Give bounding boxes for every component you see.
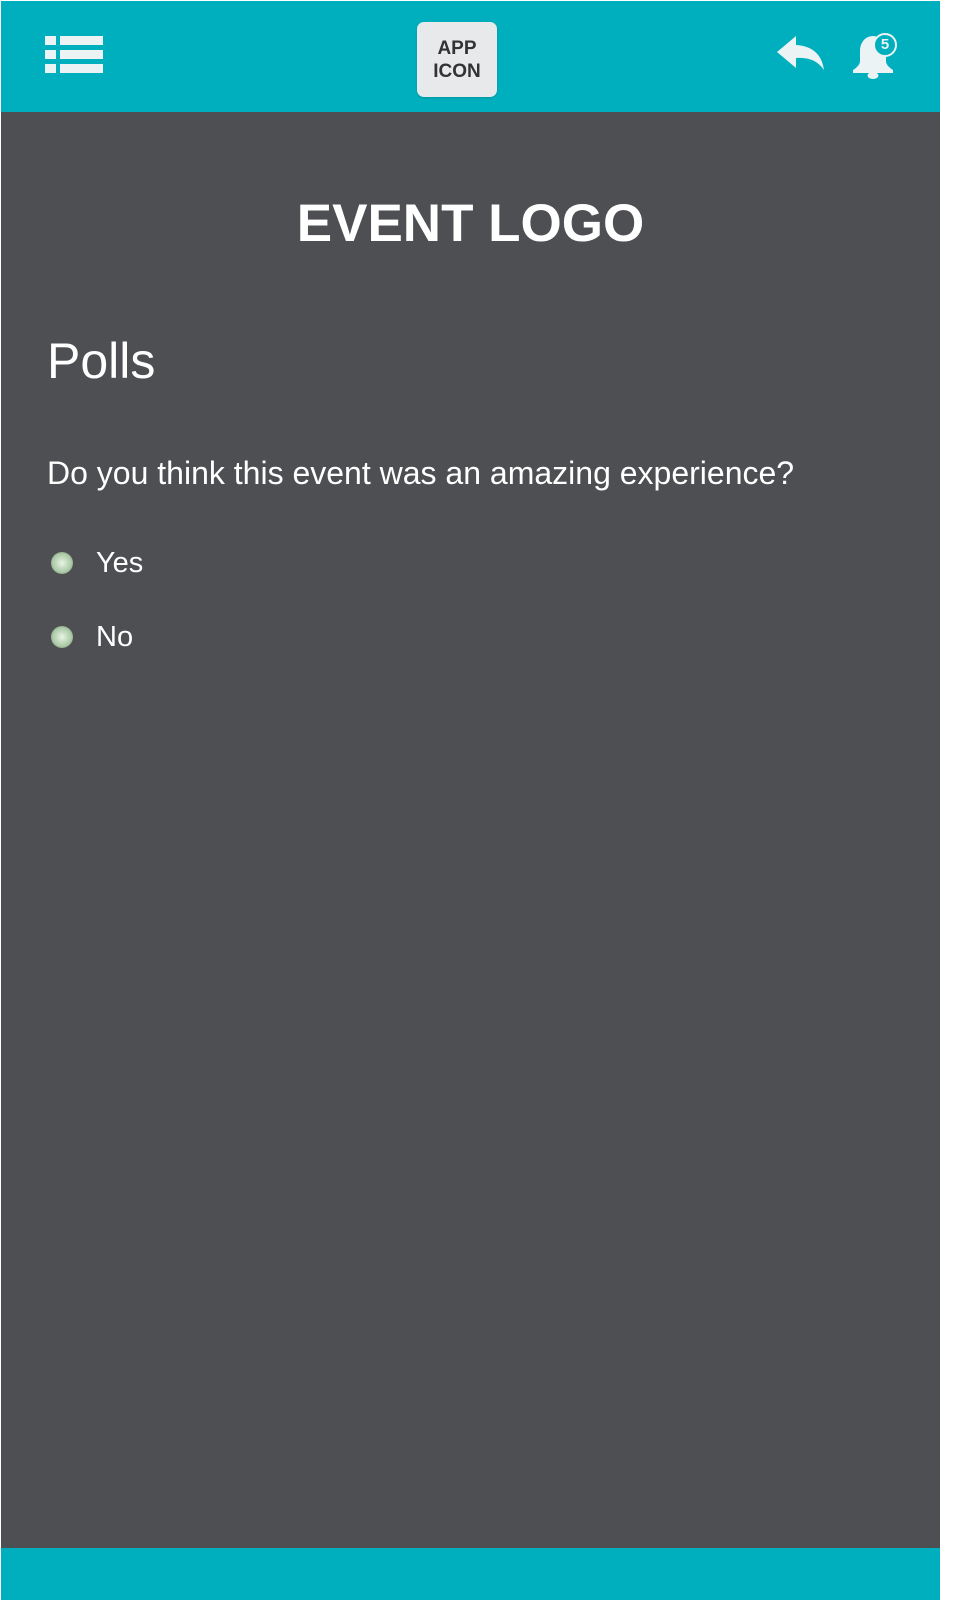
app-icon[interactable]: APP ICON xyxy=(417,22,497,97)
poll-option-label: Yes xyxy=(96,547,144,579)
poll-question: Do you think this event was an amazing e… xyxy=(47,455,795,491)
radio-button[interactable] xyxy=(51,552,73,574)
poll-option-no[interactable]: No xyxy=(51,617,133,657)
app-icon-label-line-2: ICON xyxy=(433,60,481,82)
app-icon-label-line-1: APP xyxy=(437,37,477,59)
header-bar: APP ICON 5 xyxy=(1,1,940,112)
reply-arrow-icon xyxy=(777,36,824,70)
poll-option-yes[interactable]: Yes xyxy=(51,543,143,583)
app-frame: APP ICON 5 EVENT LOGO Polls Do you think… xyxy=(1,1,940,1600)
back-button[interactable] xyxy=(776,35,826,71)
poll-option-label: No xyxy=(96,621,134,653)
footer-bar xyxy=(1,1548,940,1600)
page-title: Polls xyxy=(47,333,156,389)
list-menu-icon xyxy=(45,36,103,73)
menu-button[interactable] xyxy=(45,34,103,76)
notification-count-badge: 5 xyxy=(873,33,897,57)
radio-button[interactable] xyxy=(51,626,73,648)
event-logo: EVENT LOGO xyxy=(296,194,645,253)
notifications-button[interactable]: 5 xyxy=(849,32,901,80)
